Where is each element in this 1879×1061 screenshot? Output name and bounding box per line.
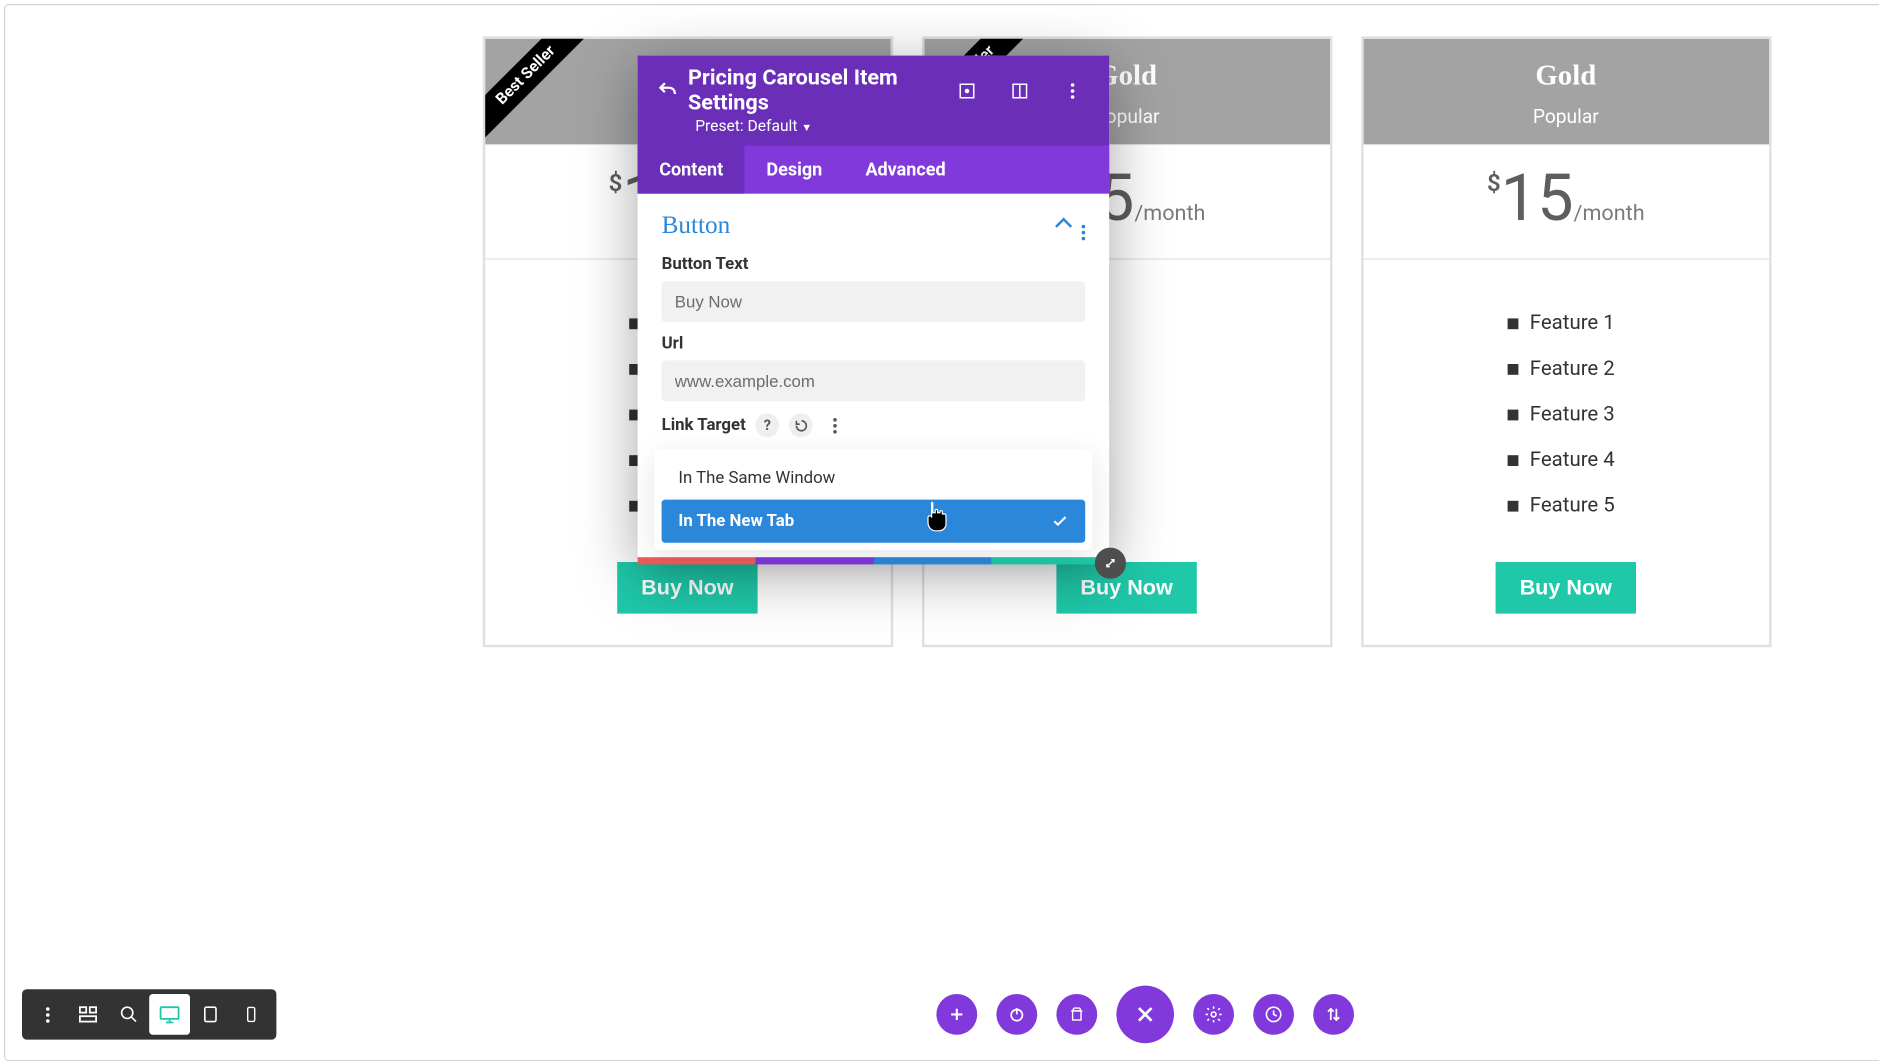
buy-now-button[interactable]: Buy Now <box>1496 562 1636 614</box>
desktop-view-icon[interactable] <box>149 994 190 1035</box>
price-row: $15/month <box>1363 144 1769 259</box>
modal-tabs: Content Design Advanced <box>638 146 1110 194</box>
reset-icon[interactable] <box>789 413 813 437</box>
feature-text: Feature 3 <box>1530 402 1615 426</box>
zoom-icon[interactable] <box>108 994 149 1035</box>
dropdown-option-new-tab[interactable]: In The New Tab <box>662 500 1086 543</box>
power-button[interactable] <box>996 994 1037 1035</box>
period: /month <box>1574 201 1645 226</box>
back-icon[interactable] <box>650 72 686 108</box>
preset-selector[interactable]: Preset: Default ▼ <box>638 118 1110 146</box>
field-more-icon[interactable] <box>823 413 847 437</box>
buy-now-button[interactable]: Buy Now <box>617 562 757 614</box>
settings-button[interactable] <box>1193 994 1234 1035</box>
history-button[interactable] <box>1253 994 1294 1035</box>
close-button[interactable] <box>1116 986 1174 1044</box>
bullet-icon <box>1507 363 1518 374</box>
dropdown-option-label: In The New Tab <box>678 512 794 531</box>
modal-header[interactable]: Pricing Carousel Item Settings Preset: D… <box>638 56 1110 194</box>
layout-icon[interactable] <box>1001 72 1037 108</box>
period: /month <box>1134 201 1205 226</box>
bullet-icon <box>1507 500 1518 511</box>
view-controls <box>22 989 276 1039</box>
feature-list: Feature 1 Feature 2 Feature 3 Feature 4 … <box>1363 260 1769 562</box>
link-target-dropdown: In The Same Window In The New Tab <box>654 449 1092 550</box>
page-canvas: Best Seller Gold Popular $15/month Featu… <box>4 4 1879 1061</box>
settings-modal: Pricing Carousel Item Settings Preset: D… <box>638 56 1110 562</box>
button-text-label: Button Text <box>662 255 1086 274</box>
pricing-card: Best Seller Gold Popular $15/month Featu… <box>1361 36 1771 647</box>
list-item: Feature 3 <box>1507 392 1769 438</box>
tablet-view-icon[interactable] <box>190 994 231 1035</box>
list-item: Feature 4 <box>1507 437 1769 483</box>
feature-text: Feature 5 <box>1530 494 1615 518</box>
feature-text: Feature 2 <box>1530 357 1615 381</box>
feature-text: Feature 4 <box>1530 448 1615 472</box>
preset-label: Preset: Default <box>695 118 797 136</box>
currency: $ <box>1487 168 1501 197</box>
tab-design[interactable]: Design <box>745 146 844 194</box>
buy-now-button[interactable]: Buy Now <box>1056 562 1196 614</box>
modal-title: Pricing Carousel Item Settings <box>688 65 948 115</box>
card-subtitle: Popular <box>1363 105 1769 128</box>
modal-body: Button Button Text Url Link Target ? In … <box>638 194 1110 562</box>
check-icon <box>1052 513 1069 530</box>
help-icon[interactable]: ? <box>755 413 779 437</box>
sort-button[interactable] <box>1313 994 1354 1035</box>
currency: $ <box>609 168 623 197</box>
tab-advanced[interactable]: Advanced <box>844 146 967 194</box>
cursor-pointer-icon <box>924 501 948 532</box>
expand-icon[interactable] <box>948 72 984 108</box>
bullet-icon <box>1507 455 1518 466</box>
bullet-icon <box>1507 409 1518 420</box>
feature-text: Feature 1 <box>1530 311 1615 335</box>
card-title: Gold <box>1363 60 1769 92</box>
collapse-icon[interactable] <box>1058 214 1070 237</box>
add-button[interactable] <box>936 994 977 1035</box>
card-header: Gold Popular <box>1363 39 1769 145</box>
url-label: Url <box>662 334 1086 353</box>
list-item: Feature 1 <box>1507 300 1769 346</box>
link-target-label: Link Target <box>662 416 746 435</box>
bottom-toolbar: ? Save <box>22 986 1879 1044</box>
tab-content[interactable]: Content <box>638 146 745 194</box>
button-text-input[interactable] <box>662 281 1086 322</box>
menu-icon[interactable] <box>27 994 68 1035</box>
section-more-icon[interactable] <box>1082 210 1086 240</box>
dropdown-option-same-window[interactable]: In The Same Window <box>662 456 1086 499</box>
action-controls <box>276 986 1879 1044</box>
wireframe-icon[interactable] <box>68 994 109 1035</box>
resize-handle-icon[interactable] <box>1095 548 1126 579</box>
bullet-icon <box>1507 318 1518 329</box>
trash-button[interactable] <box>1056 994 1097 1035</box>
price: 15 <box>1501 161 1574 237</box>
section-title: Button <box>662 210 731 240</box>
mobile-view-icon[interactable] <box>231 994 272 1035</box>
list-item: Feature 5 <box>1507 483 1769 529</box>
url-input[interactable] <box>662 360 1086 401</box>
more-icon[interactable] <box>1054 72 1090 108</box>
list-item: Feature 2 <box>1507 346 1769 392</box>
modal-footer-stripe <box>638 557 1110 564</box>
